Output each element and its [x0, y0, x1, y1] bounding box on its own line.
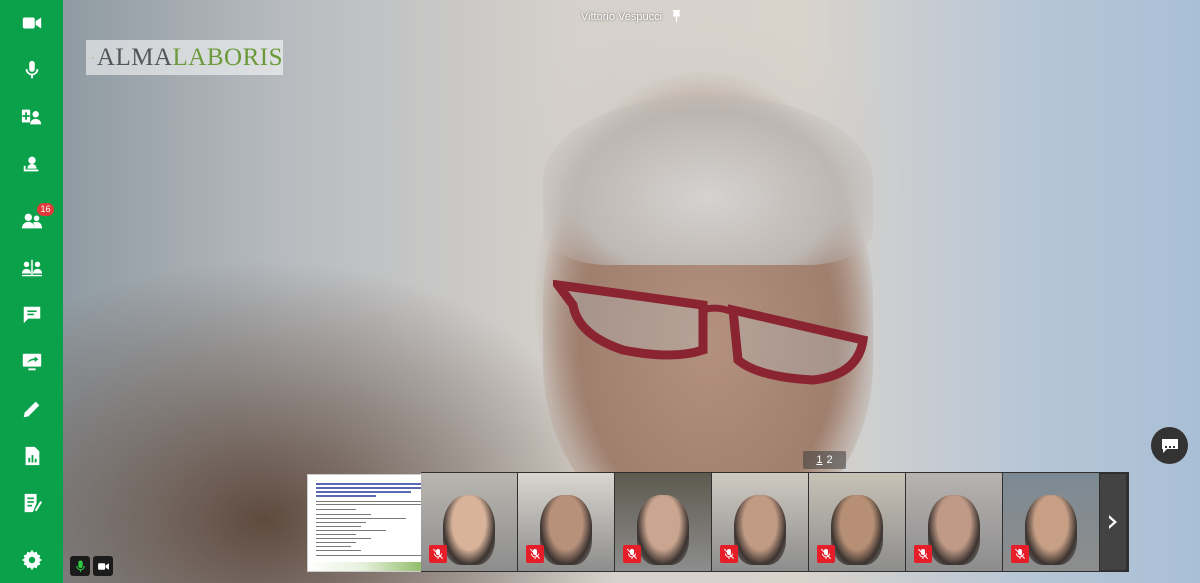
participant-tile[interactable]	[712, 473, 808, 571]
participant-video	[1025, 495, 1077, 565]
video-camera-icon	[22, 17, 41, 29]
speaker-name-label: Vittorio Vespucci	[63, 10, 1200, 25]
sidebar: 16	[0, 0, 63, 583]
sidebar-item-breakout[interactable]	[0, 248, 63, 288]
muted-microphone-icon	[817, 545, 835, 563]
participant-tile[interactable]	[906, 473, 1002, 571]
gear-icon	[21, 549, 42, 571]
participant-tile[interactable]	[1003, 473, 1099, 571]
report-icon	[25, 446, 39, 466]
participant-video	[443, 495, 495, 565]
participant-video	[831, 495, 883, 565]
participant-video	[928, 495, 980, 565]
sidebar-item-whiteboard[interactable]	[0, 389, 63, 429]
pin-icon[interactable]	[671, 10, 682, 25]
participant-tile[interactable]	[615, 473, 711, 571]
participant-strip	[421, 472, 1129, 572]
sidebar-item-settings[interactable]	[0, 540, 63, 580]
sidebar-item-camera[interactable]	[0, 3, 63, 43]
chat-bubble-icon	[1161, 438, 1178, 453]
pencil-icon	[23, 401, 39, 418]
participant-tile[interactable]	[809, 473, 905, 571]
sidebar-item-reports[interactable]	[0, 436, 63, 476]
add-users-icon	[21, 109, 41, 125]
sidebar-item-notes[interactable]	[0, 483, 63, 523]
breakout-icon	[21, 259, 42, 277]
participants-count-badge: 16	[37, 203, 54, 216]
strip-pager: 1 2	[803, 451, 846, 469]
speaker-video-hair	[543, 95, 873, 265]
notes-icon	[24, 493, 42, 513]
sidebar-item-presenter[interactable]	[0, 144, 63, 184]
sidebar-item-chat[interactable]	[0, 295, 63, 335]
participant-video	[734, 495, 786, 565]
self-camera-button[interactable]	[93, 556, 113, 576]
pager-page-2[interactable]: 2	[827, 454, 833, 466]
muted-microphone-icon	[1011, 545, 1029, 563]
strip-next-button[interactable]	[1100, 474, 1126, 570]
chevron-right-icon	[1109, 515, 1117, 529]
presenter-icon	[23, 156, 38, 172]
muted-microphone-icon	[914, 545, 932, 563]
video-conference-app: 16 Vittorio Vespucci ALMALABORIS 1 2	[0, 0, 1200, 583]
self-mic-button[interactable]	[70, 556, 90, 576]
logo-text-part2: LABORIS	[172, 44, 283, 71]
video-camera-icon	[97, 562, 109, 570]
microphone-icon	[25, 60, 38, 79]
participant-video	[540, 495, 592, 565]
sidebar-item-microphone[interactable]	[0, 50, 63, 90]
speaker-video-glasses	[547, 265, 873, 385]
sidebar-item-participants[interactable]: 16	[0, 201, 63, 241]
chat-toggle-button[interactable]	[1151, 427, 1188, 464]
chat-icon	[23, 306, 40, 324]
logo-mark-icon	[92, 56, 94, 59]
participant-tile[interactable]	[518, 473, 614, 571]
muted-microphone-icon	[720, 545, 738, 563]
participant-tile[interactable]	[421, 473, 517, 571]
muted-microphone-icon	[623, 545, 641, 563]
muted-microphone-icon	[526, 545, 544, 563]
participant-video	[637, 495, 689, 565]
sidebar-item-add-users[interactable]	[0, 97, 63, 137]
microphone-icon	[75, 560, 85, 572]
sidebar-item-screen-share[interactable]	[0, 342, 63, 382]
pager-page-1[interactable]: 1	[816, 454, 822, 466]
speaker-name: Vittorio Vespucci	[580, 11, 663, 23]
alma-laboris-logo: ALMALABORIS	[86, 40, 283, 75]
logo-text-part1: ALMA	[96, 44, 173, 71]
muted-microphone-icon	[429, 545, 447, 563]
screen-share-icon	[22, 353, 41, 371]
